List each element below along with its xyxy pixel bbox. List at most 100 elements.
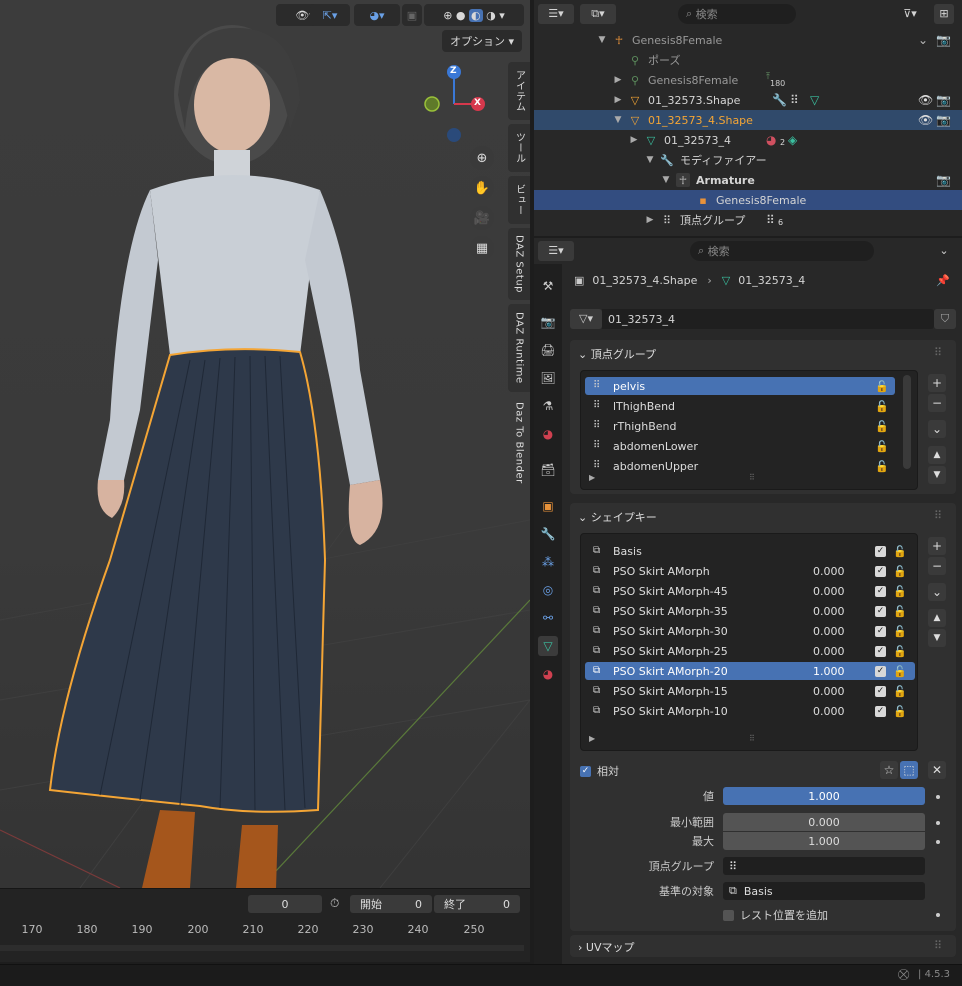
drag-handle-icon[interactable]: ⠿ — [934, 346, 942, 359]
move-up-button[interactable]: ▲ — [928, 609, 946, 627]
camera-render-icon[interactable]: 📷 — [936, 173, 951, 187]
npanel-tab-view[interactable]: ビュー — [508, 176, 530, 224]
outliner-row[interactable]: ▼ 🔧 モディファイアー — [534, 150, 962, 170]
shape-keys-panel-header[interactable]: ⌄ シェイプキー — [578, 509, 657, 525]
npanel-tab-daz-setup[interactable]: DAZ Setup — [508, 228, 530, 300]
timeline-scrollbar[interactable] — [0, 945, 524, 951]
list-item[interactable]: ⠿ abdomenUpper 🔓 — [585, 457, 895, 475]
output-tab[interactable]: 🖨 — [538, 340, 558, 360]
physics-tab[interactable]: ◎ — [538, 580, 558, 600]
outliner-row-active[interactable]: ▪ Genesis8Female — [534, 190, 962, 210]
scene-tab[interactable]: ⚗ — [538, 396, 558, 416]
list-item[interactable]: ⧉ PSO Skirt AMorph-25 0.000 ✓ 🔓 — [585, 642, 915, 660]
add-rest-position-checkbox[interactable] — [723, 909, 734, 921]
value-slider[interactable]: 1.000 — [723, 787, 925, 805]
lock-icon[interactable]: 🔓 — [893, 645, 907, 658]
shape-key-value[interactable]: 0.000 — [813, 565, 845, 578]
xray-toggle-button[interactable]: ▣ — [402, 4, 422, 26]
current-frame-field[interactable]: 0 — [248, 895, 322, 913]
vertex-group-list[interactable]: ⠿ pelvis 🔓 ⠿ lThighBend 🔓 ⠿ rThighBend 🔓 ⠿ a… — [580, 370, 918, 490]
outliner-row[interactable]: ⚲ ポーズ — [534, 50, 962, 70]
mesh-name-field[interactable]: 01_32573_4 — [602, 309, 934, 329]
camera-render-icon[interactable]: 📷 — [936, 33, 951, 47]
perspective-toggle-button[interactable]: ▦ — [470, 236, 494, 260]
properties-editor[interactable]: ☰▾ ⌕ 検索 ⌄ ⚒ 📷 🖨 🖼 ⚗ ◕ 🗃 ▣ 🔧 ⁂ ◎ ⚯ ▽ ◕ ▣ … — [534, 238, 962, 964]
remove-vertex-group-button[interactable]: − — [928, 394, 946, 412]
outliner-row[interactable]: ▶ ▽ 01_32573.Shape 🔧 ⠿ ▽ 👁 📷 — [534, 90, 962, 110]
list-item[interactable]: ⧉ PSO Skirt AMorph-30 0.000 ✓ 🔓 — [585, 622, 915, 640]
mute-checkbox[interactable]: ✓ — [875, 585, 886, 597]
outliner-filter-button[interactable]: ⊽▾ — [896, 4, 924, 24]
outliner-filter-type-button[interactable]: ⧉▾ — [580, 4, 616, 24]
camera-view-button[interactable]: 🎥 — [470, 206, 494, 230]
collapse-arrow-icon[interactable]: ▼ — [660, 175, 672, 185]
expand-filter-icon[interactable]: ▶ — [589, 473, 595, 482]
vertex-group-field[interactable]: ⠿ — [723, 857, 925, 875]
collapse-arrow-icon[interactable]: ▼ — [596, 35, 608, 45]
range-max-field[interactable]: 1.000 — [723, 832, 925, 850]
list-item[interactable]: ⧉ PSO Skirt AMorph-45 0.000 ✓ 🔓 — [585, 582, 915, 600]
expand-filter-icon[interactable]: ▶ — [589, 734, 595, 743]
npanel-tab-daz-to-blender[interactable]: Daz To Blender — [508, 396, 530, 490]
shape-key-value[interactable]: 0.000 — [813, 685, 845, 698]
outliner-editor[interactable]: ☰▾ ⧉▾ ⌕ 検索 ⊽▾ ⊞ ▼ ☥ Genesis8Female ⌄ 📷 ⚲… — [534, 0, 962, 236]
material-shading-icon[interactable]: ◐ — [469, 8, 483, 22]
lock-icon[interactable]: 🔓 — [893, 665, 907, 678]
resize-handle-icon[interactable]: ⠿ — [749, 473, 755, 482]
outliner-row-selected[interactable]: ▼ ▽ 01_32573_4.Shape 👁 📷 — [534, 110, 962, 130]
eye-icon[interactable]: 👁 — [918, 113, 933, 127]
add-rest-position-row[interactable]: レスト位置を追加 — [723, 907, 828, 923]
mute-checkbox[interactable]: ✓ — [875, 685, 886, 697]
list-item[interactable]: ⧉ PSO Skirt AMorph-10 0.000 ✓ 🔓 — [585, 702, 915, 720]
keyframe-dot[interactable] — [936, 795, 940, 799]
world-tab[interactable]: ◕ — [538, 424, 558, 444]
mesh-browse-button[interactable]: ▽▾ — [570, 309, 602, 329]
list-item[interactable]: ⧉ PSO Skirt AMorph-35 0.000 ✓ 🔓 — [585, 602, 915, 620]
camera-render-icon[interactable]: 📷 — [936, 113, 951, 127]
list-item[interactable]: ⠿ rThighBend 🔓 — [585, 417, 895, 435]
eye-icon[interactable]: 👁 — [918, 93, 933, 107]
shape-key-value[interactable]: 0.000 — [813, 625, 845, 638]
edit-mode-shape-button[interactable]: ⬚ — [900, 761, 918, 779]
lock-icon[interactable]: 🔓 — [893, 545, 907, 558]
lock-icon[interactable]: 🔓 — [893, 685, 907, 698]
relative-to-field[interactable]: ⧉ Basis — [723, 882, 925, 900]
collapse-arrow-icon[interactable]: ▼ — [644, 155, 656, 165]
lock-icon[interactable]: 🔓 — [875, 400, 889, 413]
outliner-row[interactable]: ▶ ⠿ 頂点グループ ⠿ 6 — [534, 210, 962, 230]
collapse-arrow-icon[interactable]: ▼ — [612, 115, 624, 125]
constraints-tab[interactable]: ⚯ — [538, 608, 558, 628]
lock-icon[interactable]: 🔓 — [893, 705, 907, 718]
properties-editor-type-button[interactable]: ☰▾ — [538, 241, 574, 261]
move-down-button[interactable]: ▼ — [928, 629, 946, 647]
chevron-down-icon[interactable]: ⌄ — [918, 33, 928, 47]
expand-arrow-icon[interactable]: ▶ — [628, 135, 640, 145]
mute-checkbox[interactable]: ✓ — [875, 665, 886, 677]
outliner-search-input[interactable]: ⌕ 検索 — [678, 4, 796, 24]
viewport-options-button[interactable]: オプション ▾ — [442, 30, 522, 52]
lock-icon[interactable]: 🔓 — [893, 565, 907, 578]
uv-maps-panel-header[interactable]: › UVマップ — [578, 939, 634, 955]
npanel-tab-tool[interactable]: ツール — [508, 124, 530, 172]
add-shape-key-button[interactable]: + — [928, 537, 946, 555]
pin-icon[interactable]: 📌 — [936, 274, 950, 287]
properties-search-input[interactable]: ⌕ 検索 — [690, 241, 874, 261]
outliner-row[interactable]: ▼ ☥ Armature 📷 — [534, 170, 962, 190]
outliner-row[interactable]: ▶ ⚲ Genesis8Female ⤒ 180 — [534, 70, 962, 90]
mute-checkbox[interactable]: ✓ — [875, 605, 886, 617]
mute-checkbox[interactable]: ✓ — [875, 645, 886, 657]
solid-shading-icon[interactable]: ● — [456, 9, 466, 22]
lock-icon[interactable]: 🔓 — [893, 585, 907, 598]
tool-tab[interactable]: ⚒ — [538, 276, 558, 296]
shape-key-list[interactable]: ⧉ Basis ✓ 🔓 ⧉ PSO Skirt AMorph 0.000 ✓ 🔓 ⧉… — [580, 533, 918, 751]
relative-checkbox[interactable]: ✓ — [580, 765, 591, 777]
mute-checkbox[interactable]: ✓ — [875, 565, 886, 577]
expand-arrow-icon[interactable]: ▶ — [612, 75, 624, 85]
list-item[interactable]: ⧉ Basis ✓ 🔓 — [585, 542, 915, 560]
expand-arrow-icon[interactable]: ▶ — [644, 215, 656, 225]
material-tab[interactable]: ◕ — [538, 664, 558, 684]
modifier-tab[interactable]: 🔧 — [538, 524, 558, 544]
render-tab[interactable]: 📷 — [538, 312, 558, 332]
mute-checkbox[interactable]: ✓ — [875, 625, 886, 637]
particles-tab[interactable]: ⁂ — [538, 552, 558, 572]
